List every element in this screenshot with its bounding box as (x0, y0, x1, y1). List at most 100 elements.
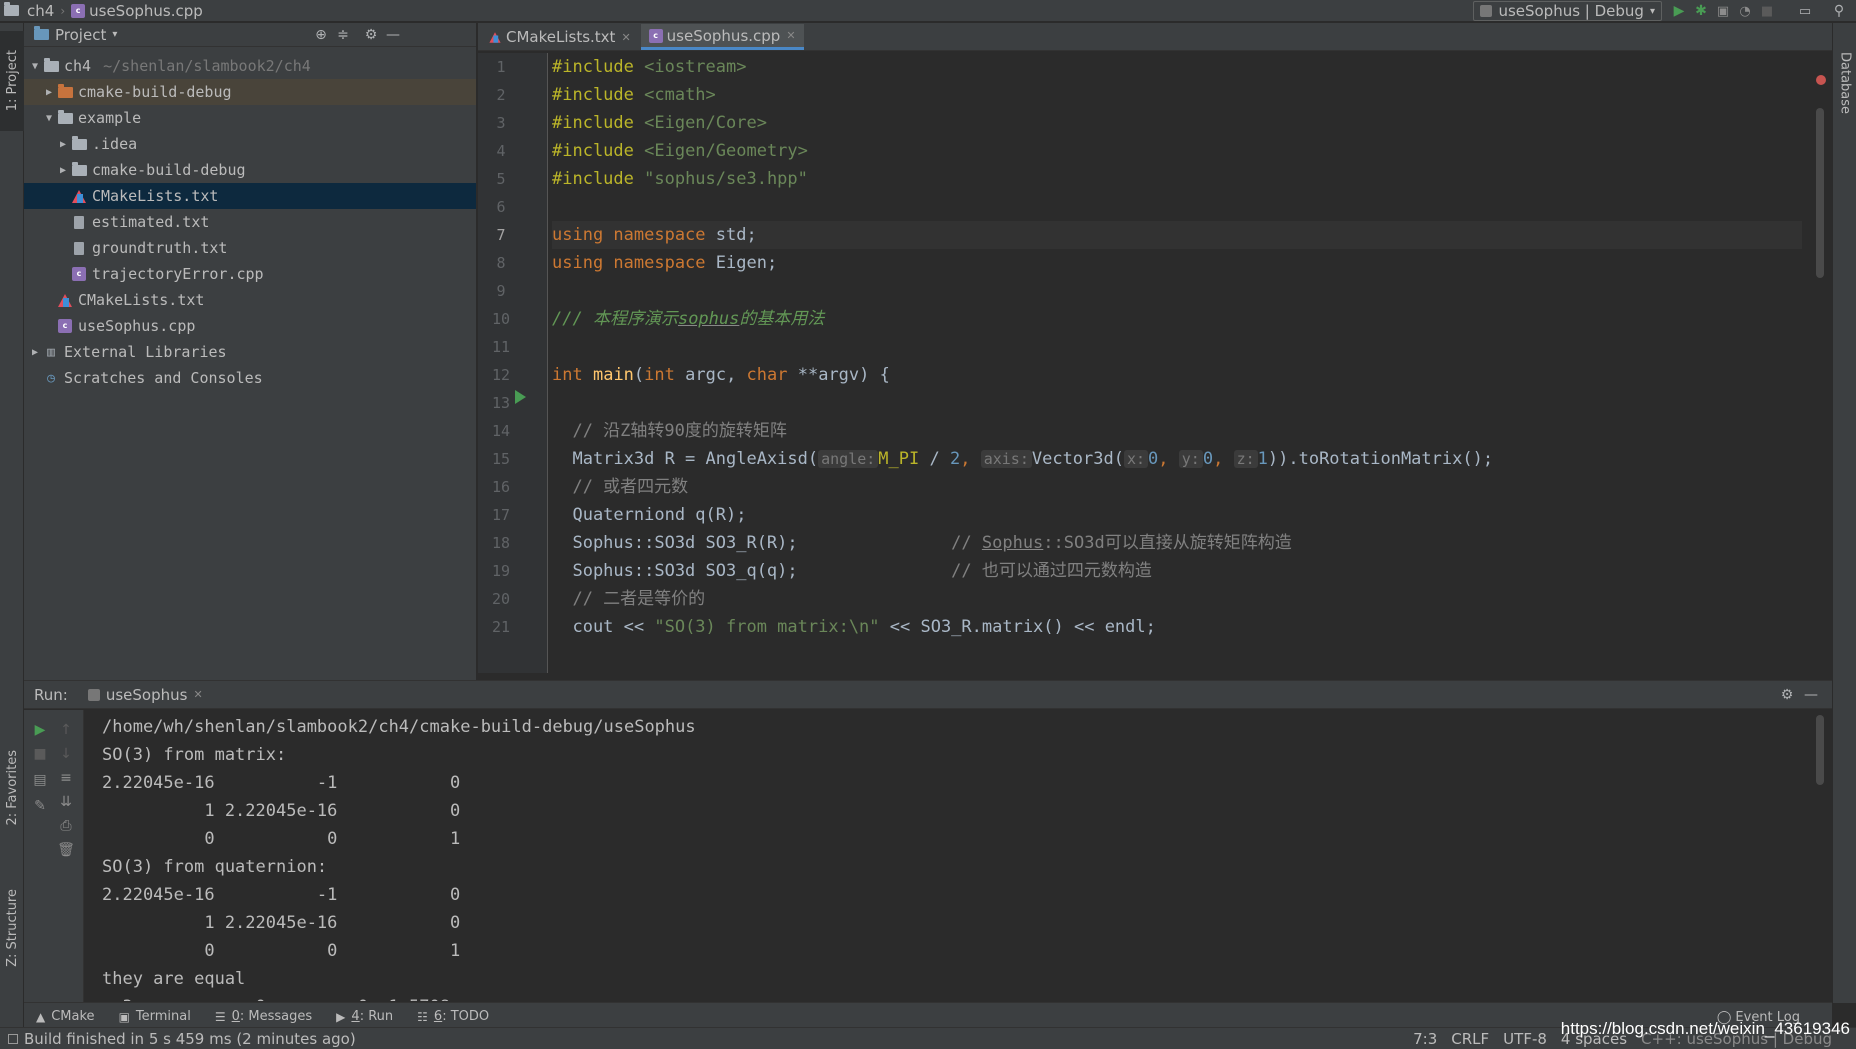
include-path: "sophus/se3.hpp" (633, 169, 808, 189)
tool-cmake[interactable]: ▲ CMake (36, 1009, 95, 1024)
stop-icon[interactable]: ■ (1758, 2, 1776, 20)
tree-item-label: Scratches and Consoles (64, 369, 263, 387)
hide-icon[interactable]: — (384, 26, 402, 44)
tree-item-label: ch4 (64, 57, 92, 75)
code-line-16: // 或者四元数 (552, 473, 688, 501)
rerun-icon[interactable]: ▶ (30, 720, 50, 740)
down-arrow-icon[interactable]: ↓ (56, 744, 76, 764)
doc-comment: 的基本用法 (739, 309, 825, 329)
run-main-gutter-icon[interactable] (515, 390, 526, 404)
code-line-5: #include "sophus/se3.hpp" (552, 165, 808, 193)
search-icon[interactable]: ⚲ (1830, 2, 1848, 20)
tree-item-example-cmakelists[interactable]: CMakeLists.txt (24, 183, 476, 209)
tab-project[interactable]: 1: Project (0, 31, 24, 131)
folder-icon (70, 161, 88, 178)
tree-item-external-libraries[interactable]: ▶ ▥ External Libraries (24, 339, 476, 365)
stop-icon[interactable]: ■ (30, 744, 50, 764)
cpp-file-icon: c (71, 3, 86, 18)
collapsed-arrow-icon[interactable]: ▶ (56, 139, 70, 150)
debug-bug-icon[interactable]: ✱ (1692, 2, 1710, 20)
run-coverage-icon[interactable]: ▣ (1714, 2, 1732, 20)
punct: ( (633, 365, 645, 385)
tree-item-label: example (78, 109, 142, 127)
tree-item-scratches[interactable]: ◷ Scratches and Consoles (24, 365, 476, 391)
tool-todo[interactable]: ☷ 6: TODO (417, 1009, 489, 1024)
gear-icon[interactable]: ⚙ (1778, 686, 1796, 704)
line-number: 20 (491, 590, 511, 608)
tree-item-example-cmake-build-debug[interactable]: ▶ cmake-build-debug (24, 157, 476, 183)
code-editor[interactable]: #include <iostream> #include <cmath> #in… (552, 53, 1802, 673)
breadcrumb-file[interactable]: c useSophus.cpp (67, 0, 207, 22)
code: Quaterniond q(R); (552, 505, 747, 525)
file-encoding[interactable]: UTF-8 (1503, 1030, 1547, 1048)
up-arrow-icon[interactable]: ↑ (56, 720, 76, 740)
trash-icon[interactable]: 🗑 (56, 840, 76, 860)
close-icon[interactable]: ✕ (621, 31, 630, 44)
param-hint: y: (1178, 450, 1203, 468)
code-line-3: #include <Eigen/Core> (552, 109, 767, 137)
collapsed-arrow-icon[interactable]: ▶ (28, 347, 42, 358)
tab-structure[interactable]: Z: Structure (0, 873, 24, 983)
expanded-arrow-icon[interactable]: ▼ (42, 113, 56, 124)
tree-item-example[interactable]: ▼ example (24, 105, 476, 131)
tab-favorites[interactable]: 2: Favorites (0, 733, 24, 843)
run-panel: Run: useSophus ✕ ⚙ — ▶ ■ ▤ ✎ ↑ ↓ ≡ ⇊ ⎙ 🗑… (24, 680, 1832, 1003)
tree-item-trajectoryerror[interactable]: c trajectoryError.cpp (24, 261, 476, 287)
collapse-icon[interactable]: ≑ (334, 26, 352, 44)
tab-database[interactable]: Database (1833, 33, 1856, 133)
chevron-down-icon[interactable]: ▾ (112, 29, 117, 40)
tree-item-groundtruth[interactable]: groundtruth.txt (24, 235, 476, 261)
tool-terminal[interactable]: ▣ Terminal (119, 1009, 191, 1024)
profile-icon[interactable]: ◔ (1736, 2, 1754, 20)
tab-usesophus[interactable]: c useSophus.cpp ✕ (640, 24, 804, 50)
project-panel-title[interactable]: Project (55, 26, 106, 44)
tool-label: : TODO (442, 1009, 490, 1024)
tree-item-usesophus[interactable]: c useSophus.cpp (24, 313, 476, 339)
function-name: main (592, 365, 634, 385)
close-icon[interactable]: ✕ (786, 29, 795, 42)
collapsed-arrow-icon[interactable]: ▶ (42, 87, 56, 98)
soft-wrap-icon[interactable]: ≡ (56, 768, 76, 788)
pin-icon[interactable]: ✎ (30, 796, 50, 816)
punct: , (1158, 449, 1179, 469)
tree-item-estimated[interactable]: estimated.txt (24, 209, 476, 235)
layout-icon[interactable]: ▭ (1796, 2, 1814, 20)
gear-icon[interactable]: ⚙ (362, 26, 380, 44)
tool-run[interactable]: ▶ 4: Run (336, 1009, 393, 1024)
run-configuration-select[interactable]: useSophus | Debug ▾ (1473, 1, 1662, 21)
line-number: 8 (496, 254, 506, 272)
line-separator[interactable]: CRLF (1451, 1030, 1489, 1048)
caret-position[interactable]: 7:3 (1413, 1030, 1437, 1048)
console-line: 1 2.22045e-16 0 (102, 913, 461, 933)
text-file-icon (70, 214, 88, 230)
editor-scrollbar[interactable] (1816, 108, 1824, 278)
hide-icon[interactable]: — (1802, 686, 1820, 704)
expanded-arrow-icon[interactable]: ▼ (28, 61, 42, 72)
tree-item-ch4[interactable]: ▼ ch4 ~/shenlan/slambook2/ch4 (24, 53, 476, 79)
code: Sophus::SO3d SO3_q(q); (552, 561, 798, 581)
breadcrumb-ch4[interactable]: ch4 (0, 0, 58, 22)
run-icon[interactable]: ▶ (1670, 2, 1688, 20)
tool-messages[interactable]: ☰ 0: Messages (215, 1009, 312, 1024)
run-tab-usesophus[interactable]: useSophus ✕ (87, 686, 203, 704)
tab-cmakelists[interactable]: CMakeLists.txt ✕ (480, 24, 639, 50)
close-icon[interactable]: ✕ (193, 688, 202, 701)
tree-item-cmake-build-debug[interactable]: ▶ cmake-build-debug (24, 79, 476, 105)
collapsed-arrow-icon[interactable]: ▶ (56, 165, 70, 176)
tree-item-label: cmake-build-debug (92, 161, 246, 179)
error-indicator-icon[interactable] (1816, 75, 1826, 85)
restore-layout-icon[interactable]: ▤ (30, 770, 50, 790)
tree-item-idea[interactable]: ▶ .idea (24, 131, 476, 157)
print-icon[interactable]: ⎙ (56, 816, 76, 836)
tree-item-path: ~/shenlan/slambook2/ch4 (103, 57, 311, 75)
cpp-file-icon: c (70, 266, 88, 282)
tree-item-label: CMakeLists.txt (78, 291, 205, 309)
scroll-to-end-icon[interactable]: ⇊ (56, 792, 76, 812)
console-scrollbar[interactable] (1816, 715, 1824, 785)
locate-icon[interactable]: ⊕ (312, 26, 330, 44)
line-number: 6 (496, 198, 506, 216)
comment: // 或者四元数 (552, 477, 689, 497)
tree-item-cmakelists[interactable]: CMakeLists.txt (24, 287, 476, 313)
console-output[interactable]: /home/wh/shenlan/slambook2/ch4/cmake-bui… (102, 713, 1802, 1001)
status-message[interactable]: Build finished in 5 s 459 ms (2 minutes … (8, 1030, 356, 1048)
